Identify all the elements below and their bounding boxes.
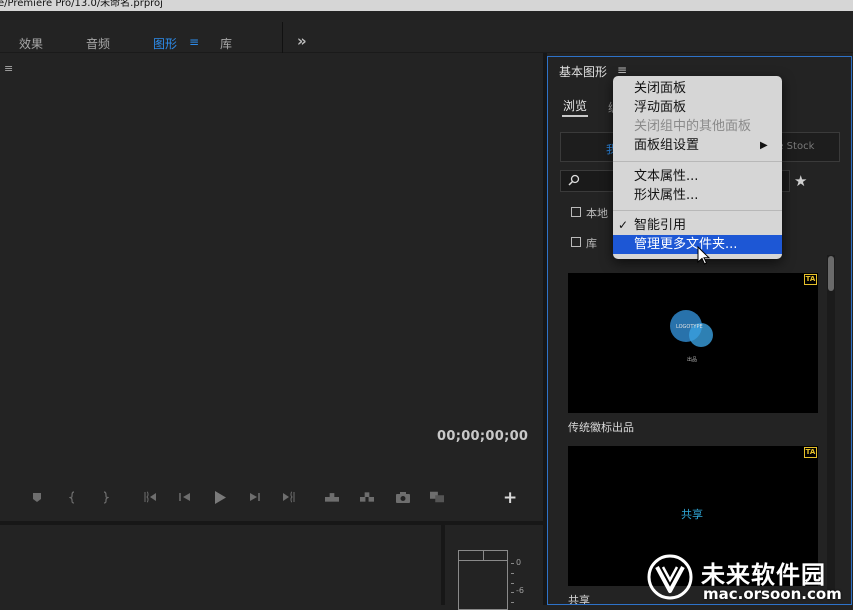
menu-item-label: 面板组设置 xyxy=(634,138,700,153)
meter-tick xyxy=(511,592,514,593)
mouse-cursor-icon xyxy=(697,246,711,265)
program-monitor-panel: ≡ 00;00;00;00 + xyxy=(0,53,543,521)
button-editor-add-icon[interactable]: + xyxy=(503,490,517,507)
menu-item-label: 浮动面板 xyxy=(634,100,687,115)
comparison-view-icon[interactable] xyxy=(430,490,444,504)
template-preview-text: 共享 xyxy=(681,508,703,521)
menu-item-close-panel[interactable]: 关闭面板 xyxy=(613,79,782,98)
meter-tick xyxy=(511,573,514,574)
workspace-tab-audio[interactable]: 音频 xyxy=(86,35,110,52)
logo-subtext: 出品 xyxy=(687,357,698,363)
lift-icon[interactable] xyxy=(325,490,339,504)
menu-item-label: 管理更多文件夹... xyxy=(634,237,738,252)
menu-item-close-other-panels: 关闭组中的其他面板 xyxy=(613,117,782,136)
menu-item-label: 智能引用 xyxy=(634,218,687,233)
filter-local-label: 本地 xyxy=(586,207,608,220)
workspace-bar: 效果 音频 图形 ≡ 库 » xyxy=(0,11,853,63)
menu-item-label: 文本属性... xyxy=(634,169,699,184)
add-marker-icon[interactable] xyxy=(30,490,44,504)
workspace-menu-icon[interactable]: ≡ xyxy=(189,35,199,49)
go-to-out-icon[interactable] xyxy=(282,490,296,504)
filter-local-checkbox[interactable] xyxy=(571,207,581,217)
mark-in-icon[interactable] xyxy=(66,490,80,504)
panel-menu-icon[interactable]: ≡ xyxy=(617,63,627,77)
filter-libraries-checkbox[interactable] xyxy=(571,237,581,247)
watermark-url: mac.orsoon.com xyxy=(703,585,842,603)
text-badge-icon: TA xyxy=(804,447,817,458)
menu-item-smart-references[interactable]: ✓ 智能引用 xyxy=(613,216,782,235)
template-thumbnail[interactable]: TA LOGOTYPE 出品 xyxy=(568,273,818,413)
project-path: e/Premiere Pro/13.0/未命名.prproj xyxy=(0,0,163,9)
template-caption: 共享 xyxy=(568,594,590,605)
play-icon[interactable] xyxy=(213,490,227,504)
favorites-star-icon[interactable]: ★ xyxy=(794,172,807,190)
logo-text: LOGOTYPE xyxy=(676,324,703,330)
meter-channel-divider xyxy=(483,551,484,561)
audio-meter xyxy=(458,550,508,610)
workspace-tab-libraries[interactable]: 库 xyxy=(220,35,232,52)
export-frame-icon[interactable] xyxy=(396,490,410,504)
watermark: 未来软件园 mac.orsoon.com xyxy=(646,553,853,605)
meter-tick xyxy=(511,602,514,603)
panel-title[interactable]: 基本图形 xyxy=(559,63,607,80)
menu-separator xyxy=(613,210,782,211)
search-icon xyxy=(568,174,580,189)
timeline-panel xyxy=(0,525,441,605)
panel-context-menu: 关闭面板 浮动面板 关闭组中的其他面板 面板组设置 ▶ 文本属性... 形状属性.… xyxy=(613,76,782,259)
filter-libraries-label: 库 xyxy=(586,237,597,250)
submenu-arrow-icon: ▶ xyxy=(760,140,768,151)
timecode-display[interactable]: 00;00;00;00 xyxy=(437,429,528,444)
menu-item-panel-group-settings[interactable]: 面板组设置 ▶ xyxy=(613,136,782,155)
meter-tick xyxy=(511,563,514,564)
text-badge-icon: TA xyxy=(804,274,817,285)
menu-item-undock-panel[interactable]: 浮动面板 xyxy=(613,98,782,117)
menu-item-label: 关闭组中的其他面板 xyxy=(634,119,752,134)
meter-tick xyxy=(511,583,514,584)
tab-browse[interactable]: 浏览 xyxy=(563,97,587,114)
active-tab-underline xyxy=(562,115,588,117)
menu-separator xyxy=(613,161,782,162)
checkmark-icon: ✓ xyxy=(618,218,629,232)
menu-item-text-properties[interactable]: 文本属性... xyxy=(613,167,782,186)
mark-out-icon[interactable] xyxy=(98,490,112,504)
workspace-tab-effects[interactable]: 效果 xyxy=(19,35,43,52)
extract-icon[interactable] xyxy=(360,490,374,504)
window-title-bar: e/Premiere Pro/13.0/未命名.prproj xyxy=(0,0,853,11)
template-caption: 传统徽标出品 xyxy=(568,421,634,434)
step-back-icon[interactable] xyxy=(178,490,192,504)
scrollbar-track[interactable] xyxy=(827,255,835,600)
menu-item-label: 形状属性... xyxy=(634,188,699,203)
audio-meter-panel: 0 -6 xyxy=(445,525,544,610)
meter-label-0: 0 xyxy=(516,558,522,567)
watermark-logo-icon xyxy=(647,554,693,600)
meter-label-minus6: -6 xyxy=(516,586,524,595)
more-workspaces-icon[interactable]: » xyxy=(297,32,307,50)
go-to-in-icon[interactable] xyxy=(143,490,157,504)
workspace-tab-graphics[interactable]: 图形 xyxy=(153,35,177,52)
step-forward-icon[interactable] xyxy=(248,490,262,504)
scrollbar-thumb[interactable] xyxy=(828,256,834,291)
menu-item-label: 关闭面板 xyxy=(634,81,687,96)
menu-item-shape-properties[interactable]: 形状属性... xyxy=(613,186,782,205)
panel-menu-icon[interactable]: ≡ xyxy=(4,62,13,75)
